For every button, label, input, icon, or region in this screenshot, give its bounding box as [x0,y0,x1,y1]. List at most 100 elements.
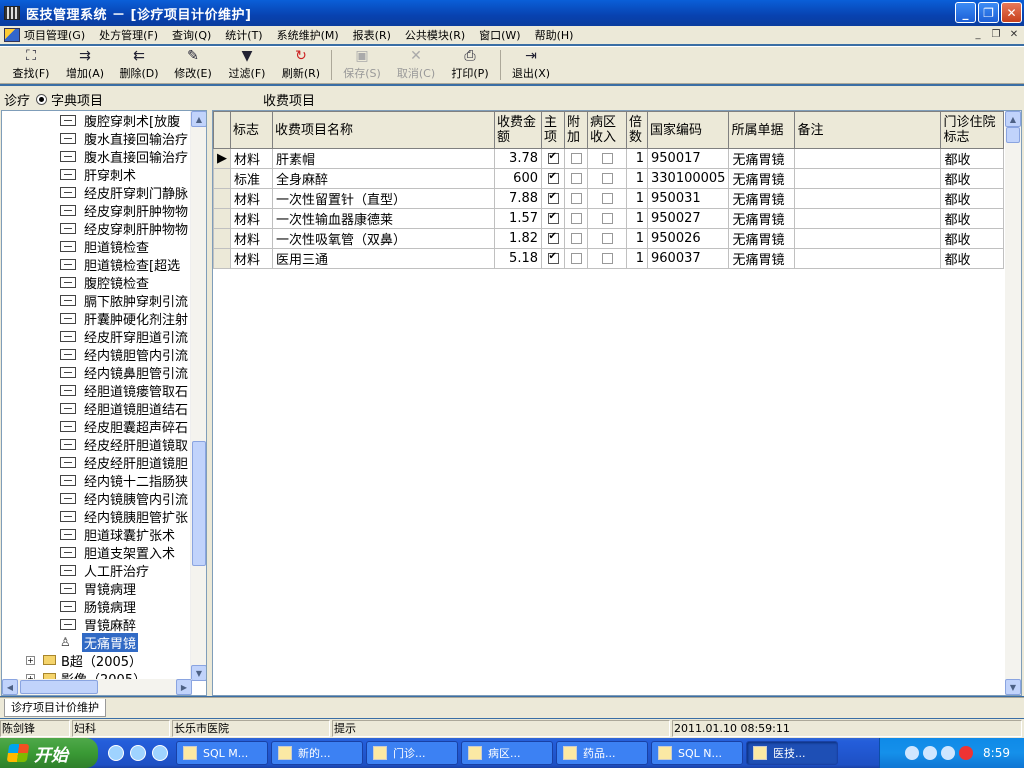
main-checkbox[interactable] [547,151,559,164]
extra-checkbox[interactable] [570,213,582,224]
hscroll-thumb[interactable] [20,680,98,694]
scroll-thumb[interactable] [192,441,206,566]
cell-doc[interactable]: 无痛胃镜 [728,228,796,249]
tree-item[interactable]: 胆道球囊扩张术 [60,525,177,544]
tab-pricing-maintenance[interactable]: 诊疗项目计价维护 [4,699,106,717]
cell-main[interactable] [541,208,565,229]
col-extra[interactable]: 附加 [564,111,588,149]
table-row[interactable]: 材料一次性吸氧管（双鼻）1.82 1950026无痛胃镜 都收 [213,228,1005,249]
cell-name[interactable]: 一次性留置针（直型） [272,188,495,209]
cell-mult[interactable]: 1 [626,168,648,189]
tree-item[interactable]: 经内镜鼻胆管引流 [60,363,190,382]
cell-amount[interactable]: 1.57 [494,208,542,229]
row-indicator[interactable] [213,168,231,189]
cell-code[interactable]: 330100005 [646,168,730,189]
row-indicator[interactable] [213,188,231,209]
tree-item[interactable]: 胃镜麻醉 [60,615,138,634]
cell-ward[interactable] [587,188,627,209]
table-row[interactable]: 材料一次性输血器康德莱1.57 1950027无痛胃镜 都收 [213,208,1005,229]
cell-mult[interactable]: 1 [626,148,648,169]
ward-income-checkbox[interactable] [601,213,613,224]
cell-doc[interactable]: 无痛胃镜 [728,168,796,189]
cell-code[interactable]: 960037 [646,248,730,269]
charge-grid[interactable]: 标志 收费项目名称 收费金额 主项 附加 病区收入 倍数 国家编码 所属单据 备… [212,110,1022,696]
menu-query[interactable]: 查询(Q) [172,27,217,43]
tree-item[interactable]: 腹腔穿刺术[放腹 [60,111,182,130]
menu-window[interactable]: 窗口(W) [479,27,526,43]
cell-amount[interactable]: 5.18 [494,248,542,269]
main-checkbox[interactable] [547,231,559,244]
ie-icon[interactable] [152,745,168,761]
cell-flag[interactable]: 材料 [230,188,273,209]
col-mult[interactable]: 倍数 [626,111,648,149]
cell-amount[interactable]: 1.82 [494,228,542,249]
cell-opflag[interactable]: 都收 [940,228,1005,249]
extra-checkbox[interactable] [570,153,582,164]
ward-income-checkbox[interactable] [601,253,613,264]
cell-flag[interactable]: 材料 [230,248,273,269]
task-clinic[interactable]: 门诊... [366,741,458,765]
close-button[interactable]: ✕ [1001,2,1022,23]
cell-flag[interactable]: 材料 [230,208,273,229]
tree-item[interactable]: 腹水直接回输治疗 [60,129,190,148]
tree-item[interactable]: 经内镜胰管内引流 [60,489,190,508]
dictionary-radio[interactable] [36,93,48,105]
task-medtech[interactable]: 医技... [746,741,838,765]
ward-income-checkbox[interactable] [601,193,613,204]
cell-main[interactable] [541,188,565,209]
col-name[interactable]: 收费项目名称 [272,111,495,149]
col-main[interactable]: 主项 [541,111,565,149]
refresh-button[interactable]: ↻ 刷新(R) [274,47,328,83]
menu-statistics[interactable]: 统计(T) [225,27,268,43]
mdi-child-icon[interactable] [4,28,20,42]
cell-extra[interactable] [564,208,588,229]
main-checkbox[interactable] [547,191,559,204]
cell-main[interactable] [541,228,565,249]
table-row[interactable]: 材料一次性留置针（直型）7.88 1950031无痛胃镜 都收 [213,188,1005,209]
tree-item[interactable]: 经内镜胆管内引流 [60,345,190,364]
cell-name[interactable]: 全身麻醉 [272,168,495,189]
cell-note[interactable] [794,168,942,189]
restore-button[interactable]: ❐ [978,2,999,23]
cell-extra[interactable] [564,228,588,249]
cell-mult[interactable]: 1 [626,228,648,249]
tree-item[interactable]: 肠镜病理 [60,597,138,616]
mdi-restore-button[interactable]: ❐ [988,27,1004,42]
tree-item[interactable]: 人工肝治疗 [60,561,151,580]
cell-doc[interactable]: 无痛胃镜 [728,148,796,169]
print-button[interactable]: ⎙ 打印(P) [443,47,497,83]
cell-flag[interactable]: 材料 [230,148,273,169]
cancel-button[interactable]: ✕ 取消(C) [389,47,443,83]
tray-icon[interactable] [959,746,974,760]
cell-amount[interactable]: 7.88 [494,188,542,209]
col-doc[interactable]: 所属单据 [728,111,796,149]
cell-mult[interactable]: 1 [626,188,648,209]
start-button[interactable]: 开始 [0,738,98,768]
cell-note[interactable] [794,188,942,209]
cell-amount[interactable]: 600 [494,168,542,189]
cell-note[interactable] [794,208,942,229]
item-tree[interactable]: 腹腔穿刺术[放腹 腹水直接回输治疗 腹水直接回输治疗 肝穿刺术 经皮肝穿刺门静脉 经皮穿刺… [1,110,207,696]
clock[interactable]: 8:59 [983,746,1010,760]
menu-common[interactable]: 公共模块(R) [405,27,471,43]
quick-launch-icon[interactable] [108,745,124,761]
col-ward[interactable]: 病区收入 [587,111,627,149]
tree-item[interactable]: 经内镜十二指肠狭 [60,471,190,490]
tree-item[interactable]: 胆道镜检查[超选 [60,255,182,274]
task-ward[interactable]: 病区... [461,741,553,765]
cell-note[interactable] [794,148,942,169]
row-indicator[interactable] [213,208,231,229]
cell-ward[interactable] [587,228,627,249]
table-row[interactable]: ▶材料肝素帽3.78 1950017无痛胃镜 都收 [213,148,1005,169]
row-indicator[interactable] [213,248,231,269]
tray-icon[interactable] [941,746,956,760]
minimize-button[interactable]: _ [955,2,976,23]
menu-maintenance[interactable]: 系统维护(M) [277,27,345,43]
cell-ward[interactable] [587,168,627,189]
col-flag[interactable]: 标志 [230,111,273,149]
col-opflag[interactable]: 门诊住院标志 [940,111,1005,149]
tree-item[interactable]: 经皮胆囊超声碎石 [60,417,190,436]
tree-item[interactable]: 经皮经肝胆道镜胆 [60,453,190,472]
tray-icon[interactable] [905,746,920,760]
menu-prescription[interactable]: 处方管理(F) [99,27,164,43]
